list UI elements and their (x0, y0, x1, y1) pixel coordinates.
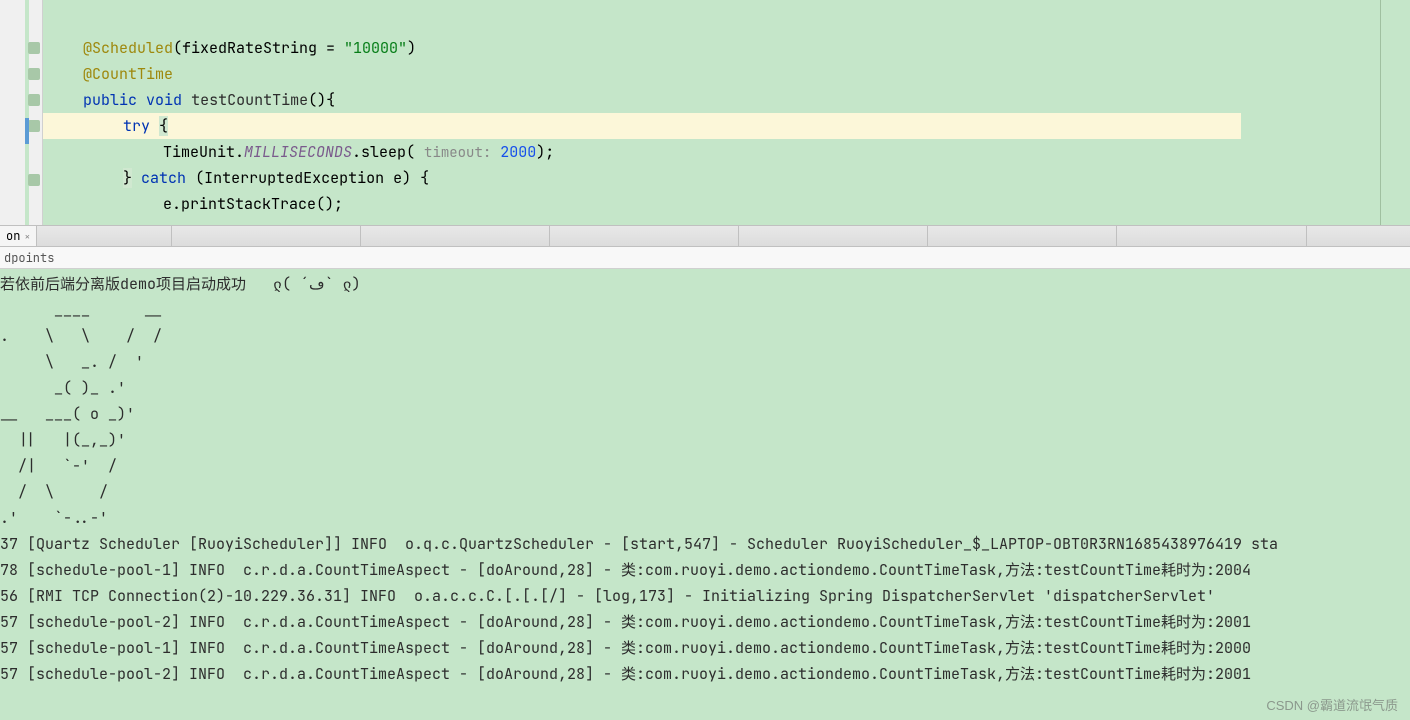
editor-gutter (0, 0, 43, 225)
number-literal: 2000 (500, 142, 536, 162)
gutter-bg (0, 0, 25, 225)
tab-separator (550, 226, 739, 246)
editor-scrollbar-track[interactable] (1380, 0, 1410, 225)
console-line: \ _. / ' (0, 349, 1410, 375)
annotation: @Scheduled (83, 38, 173, 58)
tab-separator (739, 226, 928, 246)
console-line: . \ \ / / (0, 323, 1410, 349)
keyword: public (83, 90, 137, 110)
punct: ) (407, 38, 416, 58)
console-line: 78 [schedule-pool-1] INFO c.r.d.a.CountT… (0, 557, 1410, 583)
brace-matched: } (123, 168, 132, 188)
console-line: || |(_,_)' (0, 427, 1410, 453)
brace-matched: { (159, 116, 168, 136)
code-content[interactable]: @Scheduled(fixedRateString = "10000") @C… (43, 0, 1410, 225)
attr: fixedRateString = (182, 38, 344, 58)
console-line: 56 [RMI TCP Connection(2)-10.229.36.31] … (0, 583, 1410, 609)
tab-separator (1307, 226, 1410, 246)
code-line[interactable]: @CountTime (43, 61, 1410, 87)
gutter-marker-icon[interactable] (28, 68, 40, 80)
sub-toolbar: dpoints (0, 247, 1410, 269)
console-line: ____ __ (0, 297, 1410, 323)
method-name: testCountTime (191, 90, 308, 110)
catch-clause: (InterruptedException e) { (195, 168, 429, 188)
console-line: 若依前后端分离版demo项目启动成功 ლ( ´ڡ` ლ) (0, 271, 1410, 297)
code-line-highlighted[interactable]: try { (43, 113, 1241, 139)
punct: ); (536, 142, 554, 162)
enum-constant: MILLISECONDS (244, 142, 352, 162)
tab-separator (1117, 226, 1306, 246)
console-line: 37 [Quartz Scheduler [RuoyiScheduler]] I… (0, 531, 1410, 557)
parameter-hint: timeout: (424, 144, 491, 162)
annotation: @CountTime (83, 64, 173, 84)
code-line[interactable]: e.printStackTrace(); (43, 191, 1410, 217)
code-line[interactable]: @Scheduled(fixedRateString = "10000") (43, 35, 1410, 61)
gutter-marker-icon[interactable] (28, 94, 40, 106)
tab-separator (37, 226, 171, 246)
class-ref: TimeUnit. (163, 142, 244, 162)
watermark-text: CSDN @霸道流氓气质 (1266, 695, 1398, 714)
change-marker-icon (25, 118, 29, 144)
statement: e.printStackTrace(); (163, 194, 343, 214)
code-editor[interactable]: @Scheduled(fixedRateString = "10000") @C… (0, 0, 1410, 225)
gutter-marker-icon[interactable] (28, 174, 40, 186)
keyword: void (146, 90, 182, 110)
tab-separator (928, 226, 1117, 246)
console-line: 57 [schedule-pool-1] INFO c.r.d.a.CountT… (0, 635, 1410, 661)
gutter-marker-icon[interactable] (28, 120, 40, 132)
console-line: / \ / (0, 479, 1410, 505)
string-literal: "10000" (344, 38, 407, 58)
close-icon[interactable]: × (24, 230, 30, 243)
keyword: try (123, 116, 150, 136)
console-line: .' `-..-' (0, 505, 1410, 531)
tool-tabs-bar: on × (0, 225, 1410, 247)
code-line[interactable]: } catch (InterruptedException e) { (43, 165, 1410, 191)
console-line: _( )_ .' (0, 375, 1410, 401)
gutter-marker-icon[interactable] (28, 42, 40, 54)
tab-separator (172, 226, 361, 246)
console-output[interactable]: 若依前后端分离版demo项目启动成功 ლ( ´ڡ` ლ) ____ __ . \… (0, 269, 1410, 720)
tab-separator (361, 226, 550, 246)
code-line[interactable]: TimeUnit.MILLISECONDS.sleep( timeout: 20… (43, 139, 1410, 165)
sub-label: dpoints (4, 250, 54, 266)
gutter-strip (25, 0, 29, 225)
punct: (){ (308, 90, 335, 110)
console-line: __ ___( o _)' (0, 401, 1410, 427)
punct: ( (173, 38, 182, 58)
method-call: .sleep( (352, 142, 424, 162)
code-line[interactable]: public void testCountTime(){ (43, 87, 1410, 113)
console-line: 57 [schedule-pool-2] INFO c.r.d.a.CountT… (0, 609, 1410, 635)
keyword: catch (141, 168, 186, 188)
console-line: /| `-' / (0, 453, 1410, 479)
tab-run-config[interactable]: on × (0, 226, 37, 246)
tab-label: on (6, 228, 20, 244)
console-line: 57 [schedule-pool-2] INFO c.r.d.a.CountT… (0, 661, 1410, 687)
